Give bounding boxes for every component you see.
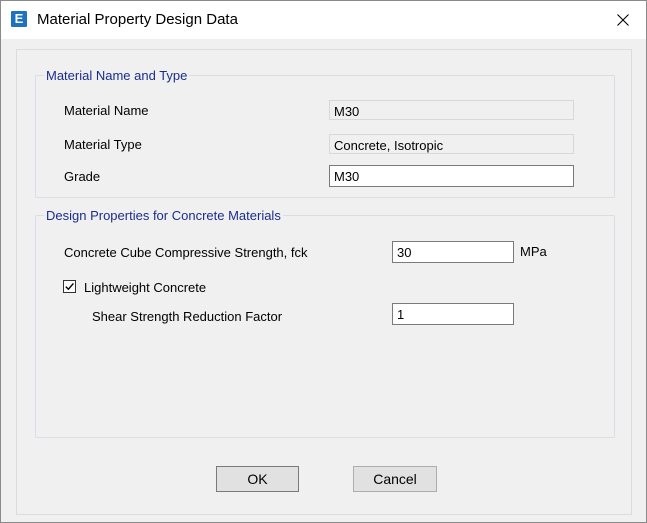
- ok-button[interactable]: OK: [216, 466, 299, 492]
- close-button[interactable]: [600, 1, 646, 39]
- material-name-field: M30: [329, 100, 574, 120]
- close-icon: [617, 14, 629, 26]
- grade-label: Grade: [64, 169, 101, 184]
- dialog-window: E Material Property Design Data Material…: [0, 0, 647, 523]
- title-bar[interactable]: E Material Property Design Data: [1, 1, 646, 39]
- material-name-label: Material Name: [64, 103, 149, 118]
- design-properties-group: Design Properties for Concrete Materials…: [35, 208, 615, 438]
- shear-factor-label: Shear Strength Reduction Factor: [92, 309, 283, 324]
- fck-field[interactable]: 30: [392, 241, 514, 263]
- material-type-field: Concrete, Isotropic: [329, 134, 574, 154]
- checkmark-icon: [65, 282, 74, 291]
- lightweight-label[interactable]: Lightweight Concrete: [84, 280, 206, 295]
- grade-field[interactable]: M30: [329, 165, 574, 187]
- fck-label: Concrete Cube Compressive Strength, fck: [64, 245, 308, 260]
- dialog-body: Material Name and Type Material Name M30…: [16, 49, 632, 515]
- lightweight-checkbox[interactable]: [63, 280, 76, 293]
- material-name-type-group: Material Name and Type Material Name M30…: [35, 68, 615, 198]
- material-group-title: Material Name and Type: [46, 68, 188, 83]
- cancel-button[interactable]: Cancel: [353, 466, 437, 492]
- app-icon: E: [11, 11, 27, 27]
- shear-factor-field[interactable]: 1: [392, 303, 514, 325]
- material-type-label: Material Type: [64, 137, 142, 152]
- fck-unit: MPa: [520, 244, 547, 259]
- design-group-title: Design Properties for Concrete Materials: [46, 208, 281, 223]
- window-title: Material Property Design Data: [37, 11, 238, 28]
